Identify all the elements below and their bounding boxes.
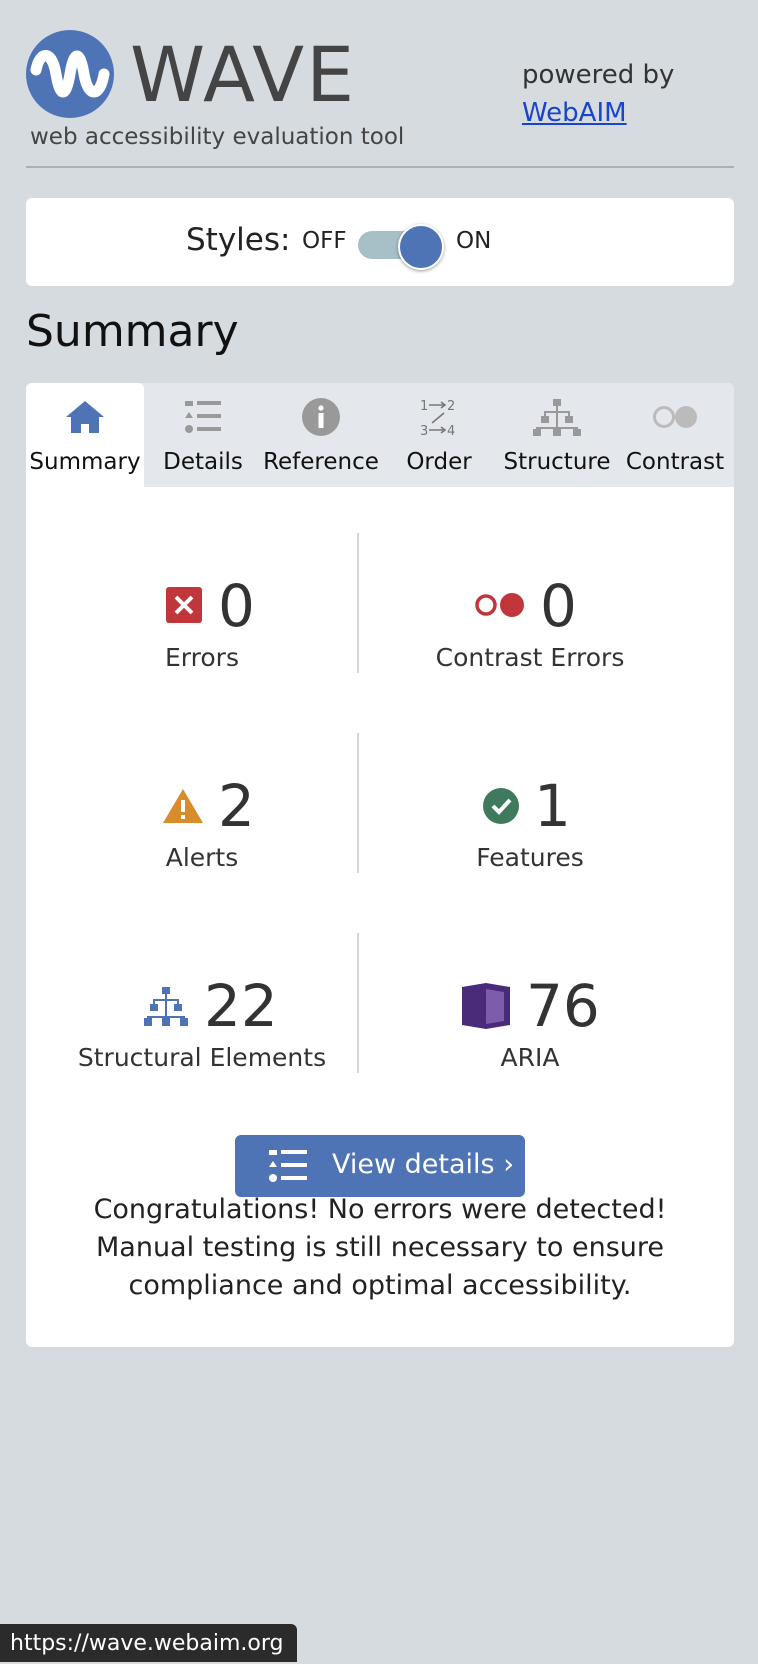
header-divider [26,166,734,168]
structure-icon [144,987,188,1026]
tab-reference[interactable]: Reference [262,383,380,487]
contrast-error-icon [475,593,524,617]
structure-icon [533,399,581,436]
aria-icon [462,983,510,1029]
tab-structure[interactable]: Structure [498,383,616,487]
view-details-label: View details › [332,1149,514,1180]
order-icon: 1 2 3 4 [420,399,455,437]
error-icon [166,587,202,623]
errors-count: 0 [218,572,255,640]
tab-contrast[interactable]: Contrast [616,383,734,487]
page-title: Summary [26,306,239,357]
styles-toggle-knob[interactable] [398,224,444,270]
tab-label: Order [406,449,472,475]
aria-count: 76 [526,972,600,1040]
tab-label: Reference [263,449,379,475]
wave-logo-icon [26,30,114,118]
features-label: Features [476,843,584,872]
summary-panel: Summary Details Reference 1 2 3 4 Order … [26,383,734,1347]
webaim-link[interactable]: WebAIM [522,98,627,128]
svg-text:3: 3 [420,424,428,437]
tab-label: Details [163,449,243,475]
svg-text:2: 2 [447,399,455,414]
svg-text:1: 1 [420,399,428,414]
feature-check-icon [483,788,519,824]
tab-details[interactable]: Details [144,383,262,487]
contrast-errors-count: 0 [540,572,577,640]
alert-icon [163,789,203,823]
tab-bar: Summary Details Reference 1 2 3 4 Order … [26,383,734,487]
status-bar-url: https://wave.webaim.org [0,1624,298,1662]
tab-summary[interactable]: Summary [26,383,144,487]
powered-by: powered by WebAIM [522,56,674,132]
header: WAVE web accessibility evaluation tool p… [26,26,734,166]
app-name: WAVE [130,30,357,119]
home-icon [66,401,104,433]
styles-on-label: ON [456,228,492,254]
aria-label: ARIA [500,1043,560,1072]
tab-label: Contrast [625,449,725,475]
tab-order[interactable]: 1 2 3 4 Order [380,383,498,487]
list-icon [185,401,221,433]
tagline: web accessibility evaluation tool [30,124,405,150]
contrast-icon [653,406,697,428]
styles-card: Styles: OFF ON [26,198,734,286]
congrats-message: Congratulations! No errors were detected… [93,1194,667,1301]
features-count: 1 [534,772,571,840]
tab-label: Summary [29,449,141,475]
powered-by-text: powered by [522,60,675,90]
view-details-button[interactable]: View details › [235,1135,525,1197]
tab-label: Structure [503,449,611,475]
list-icon [269,1150,307,1182]
styles-label: Styles: [186,222,291,258]
styles-off-label: OFF [302,228,347,254]
svg-text:4: 4 [447,424,455,437]
info-icon [302,398,340,436]
contrast-errors-label: Contrast Errors [435,643,625,672]
structural-elements-count: 22 [204,972,278,1040]
alerts-count: 2 [218,772,255,840]
